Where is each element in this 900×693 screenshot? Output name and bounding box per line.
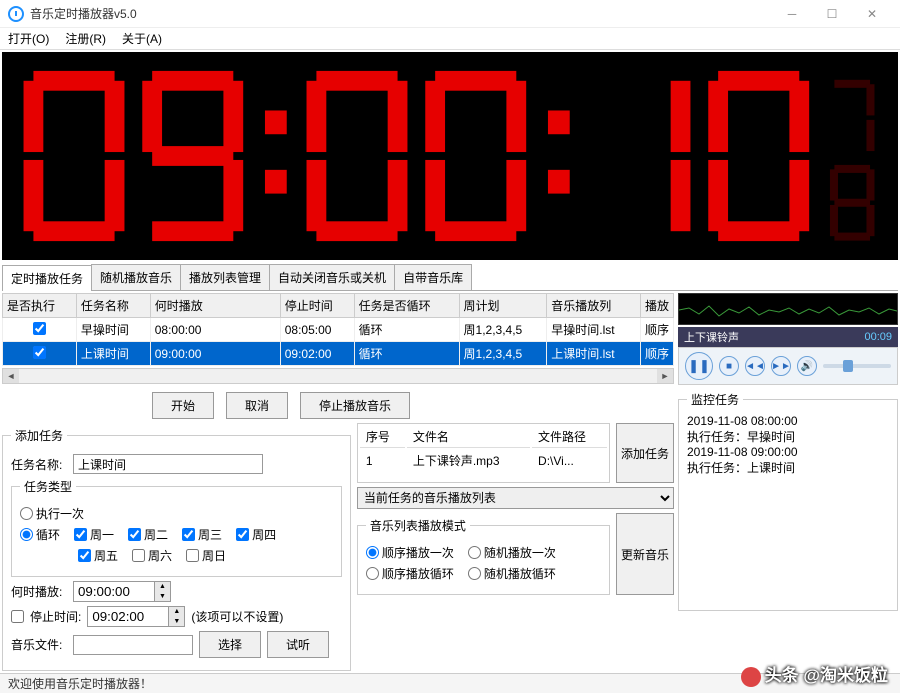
- file-list[interactable]: 序号文件名文件路径 1上下课铃声.mp3D:\Vi...: [357, 423, 610, 483]
- task-name-input[interactable]: [73, 454, 263, 474]
- row-exec-checkbox[interactable]: [33, 346, 46, 359]
- col-mode[interactable]: 播放: [640, 294, 673, 318]
- tab-random[interactable]: 随机播放音乐: [91, 264, 181, 290]
- maximize-button[interactable]: ☐: [812, 0, 852, 28]
- playlist-select[interactable]: 当前任务的音乐播放列表: [357, 487, 674, 509]
- when-label: 何时播放:: [11, 583, 67, 600]
- radio-seq-once[interactable]: 顺序播放一次: [366, 544, 454, 561]
- radio-loop[interactable]: 循环: [20, 526, 60, 543]
- task-table: 是否执行 任务名称 何时播放 停止时间 任务是否循环 周计划 音乐播放列 播放 …: [2, 293, 674, 366]
- menu-open[interactable]: 打开(O): [8, 30, 49, 47]
- player-controls: ❚❚ ■ ◄◄ ►► 🔊: [678, 347, 898, 385]
- select-button[interactable]: 选择: [199, 631, 261, 658]
- cancel-button[interactable]: 取消: [226, 392, 288, 419]
- table-row[interactable]: 早操时间 08:00:00 08:05:00 循环 周1,2,3,4,5 早操时…: [3, 318, 674, 342]
- prev-button[interactable]: ◄◄: [745, 356, 765, 376]
- volume-slider[interactable]: [823, 364, 891, 368]
- tab-autoclose[interactable]: 自动关闭音乐或关机: [269, 264, 395, 290]
- window-title: 音乐定时播放器v5.0: [30, 5, 137, 22]
- titlebar: 音乐定时播放器v5.0 ─ ☐ ✕: [0, 0, 900, 28]
- stop-label: 停止时间:: [30, 608, 81, 625]
- stop-note: (该项可以不设置): [191, 608, 283, 625]
- start-button[interactable]: 开始: [152, 392, 214, 419]
- window-controls: ─ ☐ ✕: [772, 0, 892, 28]
- playmode-fieldset: 音乐列表播放模式 顺序播放一次 随机播放一次 顺序播放循环 随机播放循环: [357, 517, 610, 595]
- col-when[interactable]: 何时播放: [150, 294, 280, 318]
- waveform-display: [678, 293, 898, 325]
- task-name-label: 任务名称:: [11, 456, 67, 473]
- clock-display: [2, 52, 898, 260]
- col-stop[interactable]: 停止时间: [280, 294, 354, 318]
- music-file-input[interactable]: [73, 635, 193, 655]
- radio-once[interactable]: 执行一次: [20, 505, 84, 522]
- cb-tue[interactable]: 周二: [128, 526, 168, 543]
- preview-button[interactable]: 试听: [267, 631, 329, 658]
- col-week[interactable]: 周计划: [459, 294, 547, 318]
- scroll-left-icon[interactable]: ◄: [3, 369, 19, 383]
- cb-mon[interactable]: 周一: [74, 526, 114, 543]
- row-exec-checkbox[interactable]: [33, 322, 46, 335]
- volume-icon[interactable]: 🔊: [797, 356, 817, 376]
- app-icon: [8, 6, 24, 22]
- radio-rand-loop[interactable]: 随机播放循环: [468, 565, 556, 582]
- menu-about[interactable]: 关于(A): [122, 30, 162, 47]
- monitor-log: 2019-11-08 08:00:00 执行任务：早操时间 2019-11-08…: [687, 414, 889, 476]
- col-list[interactable]: 音乐播放列: [547, 294, 641, 318]
- seven-segment-clock: [10, 62, 890, 250]
- pause-button[interactable]: ❚❚: [685, 352, 713, 380]
- stop-button[interactable]: ■: [719, 356, 739, 376]
- menu-register[interactable]: 注册(R): [65, 30, 106, 47]
- radio-seq-loop[interactable]: 顺序播放循环: [366, 565, 454, 582]
- add-task-button[interactable]: 添加任务: [616, 423, 674, 483]
- tab-bar: 定时播放任务 随机播放音乐 播放列表管理 自动关闭音乐或关机 自带音乐库: [2, 264, 898, 291]
- file-label: 音乐文件:: [11, 636, 67, 653]
- cb-wed[interactable]: 周三: [182, 526, 222, 543]
- cb-thu[interactable]: 周四: [236, 526, 276, 543]
- horizontal-scrollbar[interactable]: ◄ ►: [2, 368, 674, 384]
- next-button[interactable]: ►►: [771, 356, 791, 376]
- status-bar: 欢迎使用音乐定时播放器！: [0, 673, 900, 693]
- scroll-right-icon[interactable]: ►: [657, 369, 673, 383]
- monitor-fieldset: 监控任务 2019-11-08 08:00:00 执行任务：早操时间 2019-…: [678, 391, 898, 611]
- col-name[interactable]: 任务名称: [76, 294, 150, 318]
- minimize-button[interactable]: ─: [772, 0, 812, 28]
- list-item: 1上下课铃声.mp3D:\Vi...: [360, 450, 607, 471]
- stop-enable-checkbox[interactable]: [11, 610, 24, 623]
- close-button[interactable]: ✕: [852, 0, 892, 28]
- menubar: 打开(O) 注册(R) 关于(A): [0, 28, 900, 50]
- cb-sat[interactable]: 周六: [132, 547, 172, 564]
- table-row[interactable]: 上课时间 09:00:00 09:02:00 循环 周1,2,3,4,5 上课时…: [3, 342, 674, 366]
- col-loop[interactable]: 任务是否循环: [354, 294, 459, 318]
- stop-spinner[interactable]: ▲▼: [87, 606, 185, 627]
- player-title-bar: 上下课铃声 00:09: [678, 327, 898, 347]
- radio-rand-once[interactable]: 随机播放一次: [468, 544, 556, 561]
- tab-playlist[interactable]: 播放列表管理: [180, 264, 270, 290]
- update-music-button[interactable]: 更新音乐: [616, 513, 674, 595]
- task-type-fieldset: 任务类型 执行一次 循环 周一 周二 周三 周四 周五 周六 周日: [11, 478, 342, 577]
- col-exec[interactable]: 是否执行: [3, 294, 77, 318]
- cb-fri[interactable]: 周五: [78, 547, 118, 564]
- cb-sun[interactable]: 周日: [186, 547, 226, 564]
- tab-builtin[interactable]: 自带音乐库: [394, 264, 472, 290]
- stop-music-button[interactable]: 停止播放音乐: [300, 392, 410, 419]
- add-task-fieldset: 添加任务 任务名称: 任务类型 执行一次 循环 周一 周二 周三 周四: [2, 427, 351, 671]
- when-spinner[interactable]: ▲▼: [73, 581, 171, 602]
- tab-scheduled[interactable]: 定时播放任务: [2, 265, 92, 291]
